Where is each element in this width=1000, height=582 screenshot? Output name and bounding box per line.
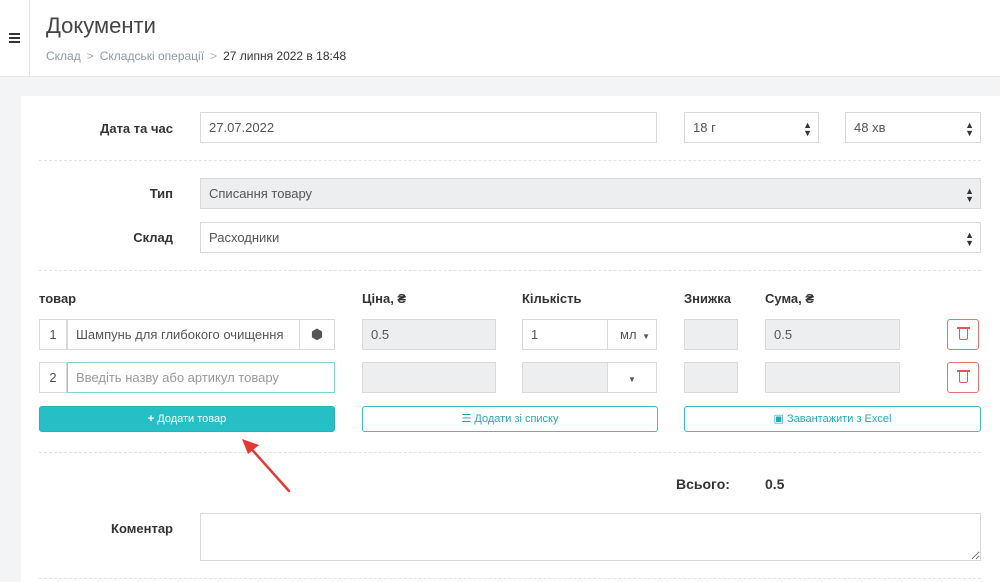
- discount-input[interactable]: [684, 362, 738, 393]
- add-from-list-button-label: Додати зі списку: [474, 413, 559, 425]
- delete-row-button[interactable]: [947, 319, 979, 350]
- add-product-button-label: Додати товар: [157, 413, 227, 425]
- divider: [39, 160, 981, 161]
- unit-dropdown[interactable]: мл ▼: [607, 319, 657, 350]
- total-label: Всього:: [676, 476, 730, 492]
- discount-input[interactable]: [684, 319, 738, 350]
- date-input[interactable]: 27.07.2022: [200, 112, 657, 143]
- row-number: 2: [39, 362, 67, 393]
- column-header-quantity: Кількість: [522, 291, 582, 306]
- price-input[interactable]: 0.5: [362, 319, 496, 350]
- price-input[interactable]: [362, 362, 496, 393]
- hour-select-value: 18 г: [693, 120, 716, 135]
- page-header: Документи Склад > Складські операції >27 ли…: [0, 0, 1000, 77]
- page-title: Документи: [46, 13, 156, 38]
- total-value: 0.5: [765, 476, 785, 492]
- breadcrumb-item-operations[interactable]: Складські операції: [100, 49, 204, 63]
- add-from-list-button[interactable]: ☰ Додати зі списку: [362, 406, 658, 432]
- type-select-value: Списання товару: [209, 186, 313, 201]
- divider: [39, 270, 981, 271]
- document-form-card: Дата та час 27.07.2022 18 г ▲ ▼ 48 хв ▲ ▼ …: [21, 96, 1000, 582]
- select-arrows-icon: ▲ ▼: [965, 186, 974, 204]
- product-input[interactable]: Шампунь для глибокого очищення: [67, 319, 300, 350]
- upload-excel-button-label: Завантажити з Excel: [787, 413, 892, 425]
- breadcrumb-item-current: 27 липня 2022 в 18:48: [223, 49, 347, 63]
- upload-excel-button[interactable]: ▣ Завантажити з Excel: [684, 406, 981, 432]
- breadcrumb-item-warehouse[interactable]: Склад: [46, 49, 81, 63]
- warehouse-label: Склад: [133, 230, 173, 245]
- datetime-label: Дата та час: [100, 121, 173, 136]
- minute-select-value: 48 хв: [854, 120, 886, 135]
- list-icon: ☰: [461, 413, 472, 425]
- product-search-input[interactable]: Введіть назву або артикул товару: [67, 362, 335, 393]
- select-arrows-icon: ▲ ▼: [803, 120, 812, 138]
- column-header-discount: Знижка: [684, 291, 731, 306]
- caret-down-icon: ▼: [642, 332, 651, 341]
- breadcrumb-separator: >: [86, 49, 94, 63]
- breadcrumb-separator: >: [210, 49, 218, 63]
- menu-toggle-button[interactable]: [0, 0, 30, 77]
- sum-input[interactable]: [765, 362, 900, 393]
- add-product-button[interactable]: + Додати товар: [39, 406, 335, 432]
- comment-textarea[interactable]: [200, 513, 981, 561]
- select-arrows-icon: ▲ ▼: [965, 120, 974, 138]
- annotation-arrow-icon: [242, 439, 291, 493]
- hamburger-icon: [9, 33, 20, 45]
- minute-select[interactable]: 48 хв ▲ ▼: [845, 112, 981, 143]
- select-arrows-icon: ▲ ▼: [965, 230, 974, 248]
- hour-select[interactable]: 18 г ▲ ▼: [684, 112, 819, 143]
- divider: [39, 452, 981, 453]
- caret-down-icon: ▼: [628, 375, 636, 384]
- warehouse-select-value: Расходники: [209, 230, 280, 245]
- box-icon: ⬢: [310, 326, 324, 342]
- divider: [39, 578, 981, 579]
- plus-icon: +: [147, 413, 155, 425]
- column-header-sum: Сума, ₴: [765, 291, 815, 306]
- warehouse-select[interactable]: Расходники ▲ ▼: [200, 222, 981, 253]
- quantity-input[interactable]: [522, 362, 608, 393]
- sum-input[interactable]: 0.5: [765, 319, 900, 350]
- product-catalog-button[interactable]: ⬢: [299, 319, 335, 350]
- unit-dropdown-value: мл: [620, 327, 637, 342]
- type-select[interactable]: Списання товару ▲ ▼: [200, 178, 981, 209]
- breadcrumb: Склад > Складські операції >27 липня 2022 в…: [46, 49, 346, 63]
- unit-dropdown[interactable]: ▼: [607, 362, 657, 393]
- column-header-price: Ціна, ₴: [362, 291, 407, 306]
- column-header-product: товар: [39, 291, 77, 306]
- file-excel-icon: ▣: [773, 413, 784, 425]
- delete-row-button[interactable]: [947, 362, 979, 393]
- comment-label: Коментар: [111, 521, 173, 536]
- row-number: 1: [39, 319, 67, 350]
- quantity-input[interactable]: 1: [522, 319, 608, 350]
- type-label: Тип: [149, 186, 173, 201]
